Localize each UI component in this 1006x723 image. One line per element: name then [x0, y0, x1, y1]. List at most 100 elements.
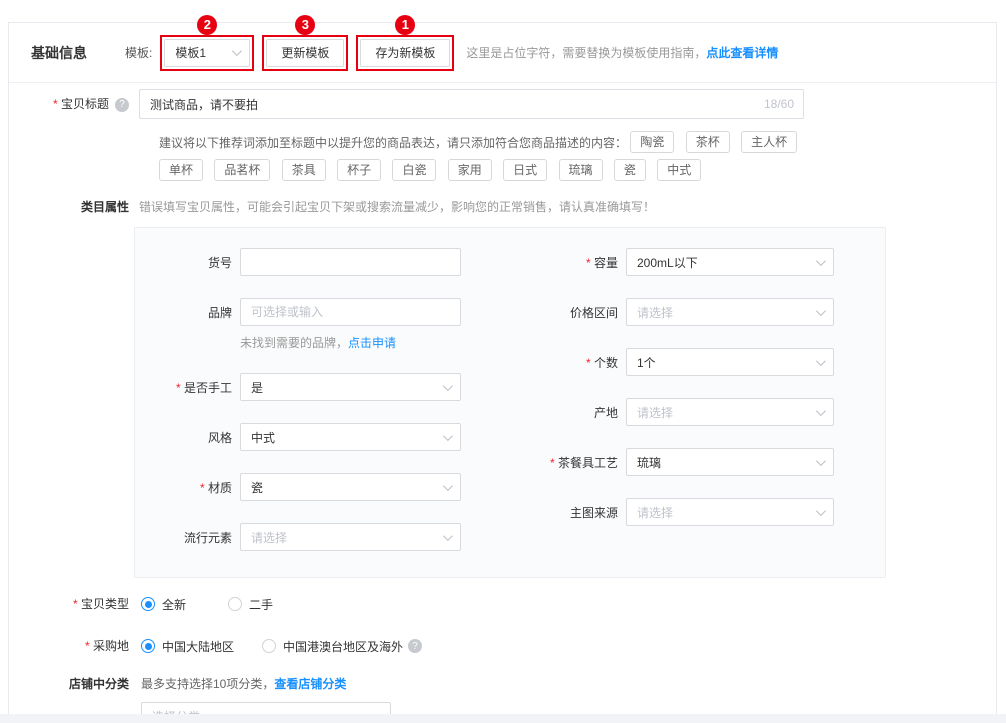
purchase-place-label: 采购地 [9, 636, 129, 656]
template-guide-link[interactable]: 点此查看详情 [706, 46, 778, 60]
suggestion-lead-text: 建议将以下推荐词添加至标题中以提升您的商品表达，请只添加符合您商品描述的内容： [159, 136, 627, 150]
radio-unchecked-icon[interactable] [262, 639, 276, 653]
template-select[interactable]: 模板1 [164, 39, 250, 67]
capacity-select-value: 200mL以下 [637, 254, 698, 271]
price-range-label: 价格区间 [510, 304, 618, 321]
handmade-select[interactable]: 是 [240, 373, 461, 401]
count-label: 个数 [510, 354, 618, 371]
keyword-tag[interactable]: 茶杯 [686, 131, 730, 153]
chevron-down-icon [816, 256, 826, 266]
item-number-input[interactable] [240, 248, 461, 276]
style-select-value: 中式 [251, 429, 275, 446]
keyword-tag[interactable]: 家用 [448, 159, 492, 181]
field-row-price-range: 价格区间 请选择 [510, 298, 885, 326]
trend-label: 流行元素 [135, 529, 232, 546]
template-select-value: 模板1 [175, 44, 206, 61]
style-select[interactable]: 中式 [240, 423, 461, 451]
category-attr-label: 类目属性 [9, 197, 129, 217]
radio-checked-icon[interactable] [141, 639, 155, 653]
annotation-badge-2: 2 [197, 15, 217, 35]
craft-label: 茶餐具工艺 [510, 454, 618, 471]
chevron-down-icon [443, 381, 453, 391]
template-note-text: 这里是占位字符，需要替换为模板使用指南， [466, 46, 706, 60]
handmade-select-value: 是 [251, 379, 263, 396]
purchase-place-row: 采购地 中国大陆地区 中国港澳台地区及海外 ? [9, 636, 996, 656]
keyword-tag[interactable]: 琉璃 [559, 159, 603, 181]
brand-input[interactable] [240, 298, 461, 326]
chevron-down-icon [443, 531, 453, 541]
capacity-select[interactable]: 200mL以下 [626, 248, 834, 276]
view-store-categories-link[interactable]: 查看店铺分类 [274, 677, 346, 691]
radio-option-used[interactable]: 二手 [228, 596, 273, 613]
field-row-handmade: 是否手工 是 [135, 373, 510, 401]
product-title-input[interactable] [139, 89, 804, 119]
title-input-wrap: 18/60 [139, 89, 804, 119]
update-template-button[interactable]: 更新模板 [266, 39, 344, 67]
keyword-tag[interactable]: 中式 [657, 159, 701, 181]
main-image-source-select[interactable]: 请选择 [626, 498, 834, 526]
price-range-select[interactable]: 请选择 [626, 298, 834, 326]
keyword-tag[interactable]: 单杯 [159, 159, 203, 181]
title-label-text: 宝贝标题 [53, 97, 109, 111]
update-template-annotation: 3 更新模板 [262, 35, 348, 71]
main-image-source-placeholder: 请选择 [637, 504, 673, 521]
keyword-tag[interactable]: 日式 [503, 159, 547, 181]
brand-label: 品牌 [135, 304, 232, 321]
help-icon[interactable]: ? [408, 639, 422, 653]
save-new-template-button[interactable]: 存为新模板 [360, 39, 450, 67]
title-row: 宝贝标题? 18/60 [9, 89, 996, 119]
keyword-tag[interactable]: 茶具 [282, 159, 326, 181]
form-body: 宝贝标题? 18/60 建议将以下推荐词添加至标题中以提升您的商品表达，请只添加… [9, 83, 996, 723]
origin-placeholder: 请选择 [637, 404, 673, 421]
capacity-label: 容量 [510, 254, 618, 271]
keyword-tag[interactable]: 杯子 [337, 159, 381, 181]
radio-option-mainland[interactable]: 中国大陆地区 [141, 638, 234, 655]
radio-checked-icon[interactable] [141, 597, 155, 611]
store-category-hint: 最多支持选择10项分类，查看店铺分类 [141, 674, 346, 694]
store-category-label: 店铺中分类 [9, 674, 129, 694]
style-label: 风格 [135, 429, 232, 446]
attributes-right-column: 容量 200mL以下 价格区间 请选择 [510, 248, 885, 573]
craft-select-value: 琉璃 [637, 454, 661, 471]
brand-helper: 未找到需要的品牌，点击申请 [240, 334, 510, 351]
radio-option-hk-overseas[interactable]: 中国港澳台地区及海外 ? [262, 638, 422, 655]
attributes-left-column: 货号 品牌 未找到需要的品牌，点击申请 是否手工 [135, 248, 510, 573]
main-image-source-label: 主图来源 [510, 504, 618, 521]
field-row-count: 个数 1个 [510, 348, 885, 376]
material-select[interactable]: 瓷 [240, 473, 461, 501]
keyword-tag[interactable]: 陶瓷 [630, 131, 674, 153]
char-counter: 18/60 [764, 97, 794, 111]
store-category-hint-text: 最多支持选择10项分类， [141, 677, 274, 691]
origin-select[interactable]: 请选择 [626, 398, 834, 426]
basic-info-card: 基础信息 模板: 2 模板1 3 更新模板 1 存为新模板 这里是占位字符，需要… [8, 22, 997, 716]
template-note: 这里是占位字符，需要替换为模板使用指南，点此查看详情 [466, 44, 778, 61]
store-category-label-text: 店铺中分类 [69, 677, 129, 691]
radio-option-new[interactable]: 全新 [141, 596, 186, 613]
keyword-tag[interactable]: 品茗杯 [214, 159, 270, 181]
radio-option-label: 全新 [162, 596, 186, 613]
annotation-badge-1: 1 [395, 15, 415, 35]
field-row-brand: 品牌 未找到需要的品牌，点击申请 [135, 298, 510, 351]
purchase-place-label-text: 采购地 [85, 639, 129, 653]
craft-select[interactable]: 琉璃 [626, 448, 834, 476]
chevron-down-icon [816, 406, 826, 416]
chevron-down-icon [816, 356, 826, 366]
trend-select[interactable]: 请选择 [240, 523, 461, 551]
trend-select-placeholder: 请选择 [251, 529, 287, 546]
save-new-template-annotation: 1 存为新模板 [356, 35, 454, 71]
count-select[interactable]: 1个 [626, 348, 834, 376]
field-row-item-number: 货号 [135, 248, 510, 276]
help-icon[interactable]: ? [115, 98, 129, 112]
field-row-craft: 茶餐具工艺 琉璃 [510, 448, 885, 476]
keyword-tag[interactable]: 主人杯 [741, 131, 797, 153]
field-row-capacity: 容量 200mL以下 [510, 248, 885, 276]
keyword-tag[interactable]: 瓷 [614, 159, 646, 181]
brand-apply-link[interactable]: 点击申请 [348, 336, 396, 350]
annotation-badge-3: 3 [295, 15, 315, 35]
field-row-material: 材质 瓷 [135, 473, 510, 501]
keyword-tag[interactable]: 白瓷 [392, 159, 436, 181]
radio-unchecked-icon[interactable] [228, 597, 242, 611]
template-select-annotation: 2 模板1 [160, 35, 254, 71]
category-attributes-panel: 货号 品牌 未找到需要的品牌，点击申请 是否手工 [134, 227, 886, 578]
material-label: 材质 [135, 479, 232, 496]
